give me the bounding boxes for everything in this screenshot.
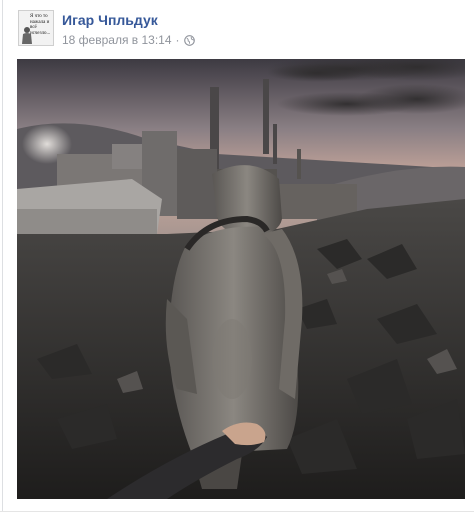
post-photo[interactable] <box>17 59 465 499</box>
post-header: Я что то нажала и всё исчезло... Игар Чп… <box>18 10 458 54</box>
post-meta: 18 февраля в 13:14 · <box>62 33 195 47</box>
avatar[interactable]: Я что то нажала и всё исчезло... <box>18 10 54 46</box>
avatar-caption: Я что то нажала и всё исчезло... <box>30 14 51 36</box>
timestamp-link[interactable]: 18 февраля в 13:14 <box>62 33 172 47</box>
photo-scene <box>17 59 465 499</box>
meta-separator: · <box>175 33 180 47</box>
feed-post: Я что то нажала и всё исчезло... Игар Чп… <box>0 0 474 512</box>
post-border <box>2 0 3 512</box>
author-name-link[interactable]: Игар Чпльдук <box>62 12 158 28</box>
globe-icon[interactable] <box>183 34 195 46</box>
